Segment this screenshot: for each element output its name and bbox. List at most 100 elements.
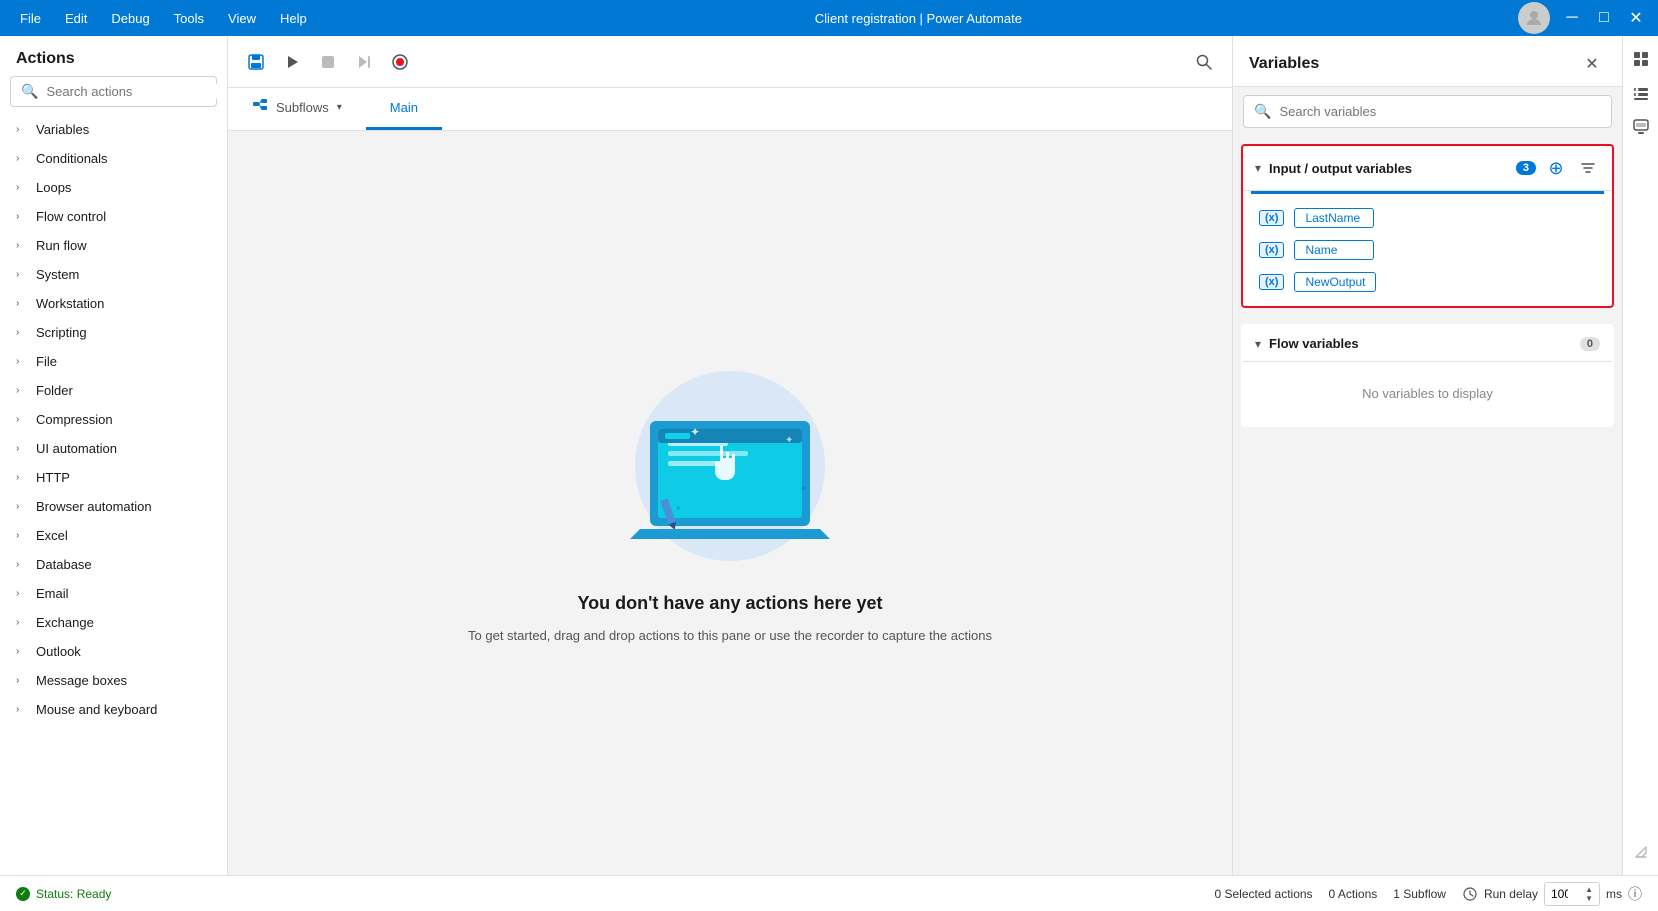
action-label: System [36,267,79,282]
menu-debug[interactable]: Debug [99,7,161,30]
add-variable-button[interactable]: ⊕ [1544,156,1568,180]
variable-count-badge: 0 [1580,337,1600,351]
toolbar [228,36,1232,88]
status-ready: ✓ Status: Ready [16,887,111,901]
tab-main[interactable]: Main [366,88,442,130]
menu-view[interactable]: View [216,7,268,30]
right-sidebar [1622,36,1658,875]
chevron-icon: › [16,298,28,309]
chevron-icon: › [16,704,28,715]
action-item-run-flow[interactable]: › Run flow [0,231,227,260]
action-label: Exchange [36,615,94,630]
variables-close-button[interactable]: ✕ [1578,50,1606,78]
chevron-icon: › [16,530,28,541]
action-item-mouse-keyboard[interactable]: › Mouse and keyboard [0,695,227,724]
action-item-message-boxes[interactable]: › Message boxes [0,666,227,695]
variable-name: NewOutput [1294,272,1376,292]
actions-count: 0 Actions [1329,887,1378,901]
action-item-variables[interactable]: › Variables [0,115,227,144]
stop-button[interactable] [312,46,344,78]
action-item-outlook[interactable]: › Outlook [0,637,227,666]
flow-section-header[interactable]: ▾ Flow variables 0 [1243,326,1612,362]
action-label: Flow control [36,209,106,224]
action-item-loops[interactable]: › Loops [0,173,227,202]
run-delay-input-box[interactable]: ▲ ▼ [1544,882,1600,906]
record-button[interactable] [384,46,416,78]
action-item-browser-automation[interactable]: › Browser automation [0,492,227,521]
actions-panel: Actions 🔍 › Variables › Conditionals › L… [0,36,228,875]
run-delay-spinner[interactable]: ▲ ▼ [1585,885,1593,903]
assets-button[interactable] [1626,78,1656,108]
menu-file[interactable]: File [8,7,53,30]
save-button[interactable] [240,46,272,78]
variables-toggle-button[interactable] [1626,44,1656,74]
action-label: Run flow [36,238,87,253]
tabs-bar: Subflows ▾ Main [228,88,1232,131]
maximize-button[interactable]: □ [1590,4,1618,32]
chevron-icon: › [16,472,28,483]
run-delay-value[interactable] [1551,887,1583,901]
spinner-down[interactable]: ▼ [1585,894,1593,903]
menu-bar: File Edit Debug Tools View Help [0,7,319,30]
center-panel: Subflows ▾ Main [228,36,1232,875]
action-item-email[interactable]: › Email [0,579,227,608]
search-button[interactable] [1188,46,1220,78]
menu-help[interactable]: Help [268,7,319,30]
chevron-icon: › [16,124,28,135]
action-item-conditionals[interactable]: › Conditionals [0,144,227,173]
section-title: Input / output variables [1269,161,1508,176]
action-item-http[interactable]: › HTTP [0,463,227,492]
clock-icon [1462,886,1478,902]
variable-item-newoutput[interactable]: (x) NewOutput [1255,266,1600,298]
run-delay-label: Run delay [1484,887,1538,901]
eraser-button[interactable] [1626,837,1656,867]
svg-text:✦: ✦ [800,484,807,493]
chevron-icon: › [16,269,28,280]
chevron-icon: › [16,327,28,338]
spinner-up[interactable]: ▲ [1585,885,1593,894]
action-item-compression[interactable]: › Compression [0,405,227,434]
menu-edit[interactable]: Edit [53,7,99,30]
menu-tools[interactable]: Tools [162,7,216,30]
chevron-icon: › [16,588,28,599]
action-item-excel[interactable]: › Excel [0,521,227,550]
action-label: Excel [36,528,68,543]
variables-search-input[interactable] [1279,104,1601,119]
search-input[interactable] [46,84,222,99]
variables-title: Variables [1249,55,1578,73]
action-item-ui-automation[interactable]: › UI automation [0,434,227,463]
action-item-database[interactable]: › Database [0,550,227,579]
input-output-section-header[interactable]: ▾ Input / output variables 3 ⊕ [1243,146,1612,191]
actions-search-box[interactable]: 🔍 [10,76,217,107]
close-button[interactable]: ✕ [1622,4,1650,32]
action-item-flow-control[interactable]: › Flow control [0,202,227,231]
search-icon: 🔍 [21,83,38,100]
action-item-exchange[interactable]: › Exchange [0,608,227,637]
chevron-icon: › [16,385,28,396]
minimize-button[interactable]: ─ [1558,4,1586,32]
chevron-icon: › [16,356,28,367]
variable-item-name[interactable]: (x) Name [1255,234,1600,266]
tab-subflows[interactable]: Subflows ▾ [228,88,366,130]
action-label: Workstation [36,296,104,311]
filter-variables-button[interactable] [1576,156,1600,180]
variable-count-badge: 3 [1516,161,1536,175]
empty-state: ✦ ✦ ✦ ✦ You don't have any actions here … [468,361,992,646]
run-delay-info-icon[interactable]: ⓘ [1628,884,1642,904]
variable-item-lastname[interactable]: (x) LastName [1255,202,1600,234]
status-icon: ✓ [16,887,30,901]
user-avatar[interactable] [1518,2,1550,34]
chevron-icon: › [16,153,28,164]
variables-search-box[interactable]: 🔍 [1243,95,1612,128]
run-button[interactable] [276,46,308,78]
chevron-icon: › [16,559,28,570]
chevron-icon: › [16,182,28,193]
ui-elements-button[interactable] [1626,112,1656,142]
action-item-system[interactable]: › System [0,260,227,289]
next-step-button[interactable] [348,46,380,78]
action-item-scripting[interactable]: › Scripting [0,318,227,347]
action-label: Database [36,557,92,572]
action-item-folder[interactable]: › Folder [0,376,227,405]
action-item-workstation[interactable]: › Workstation [0,289,227,318]
action-item-file[interactable]: › File [0,347,227,376]
